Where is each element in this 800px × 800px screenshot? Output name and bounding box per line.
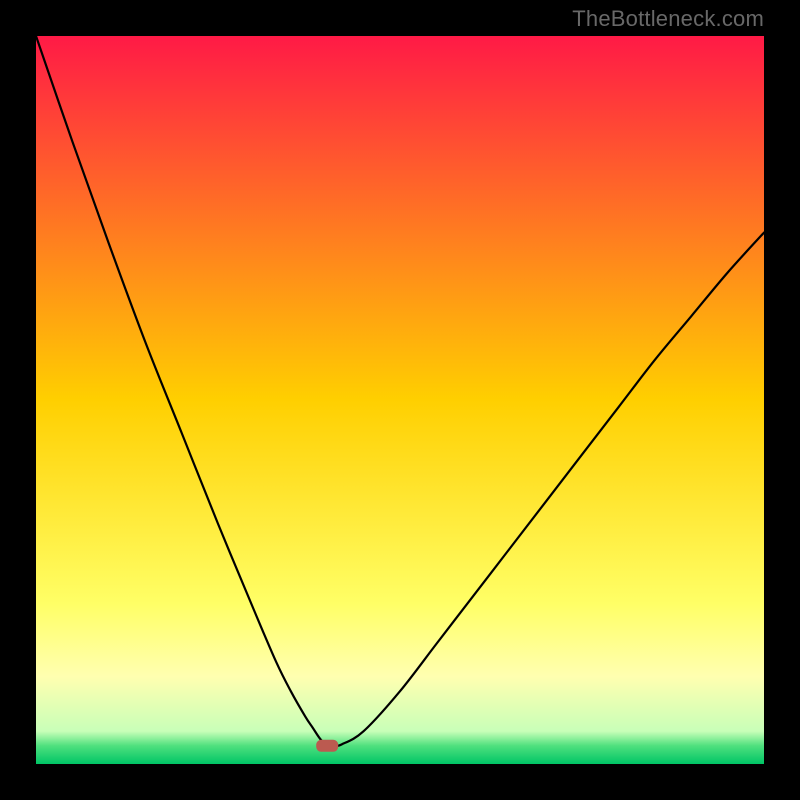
optimum-marker xyxy=(316,740,338,752)
chart-frame: TheBottleneck.com xyxy=(0,0,800,800)
bottleneck-chart xyxy=(36,36,764,764)
gradient-background xyxy=(36,36,764,764)
watermark-text: TheBottleneck.com xyxy=(572,6,764,32)
plot-area xyxy=(36,36,764,764)
